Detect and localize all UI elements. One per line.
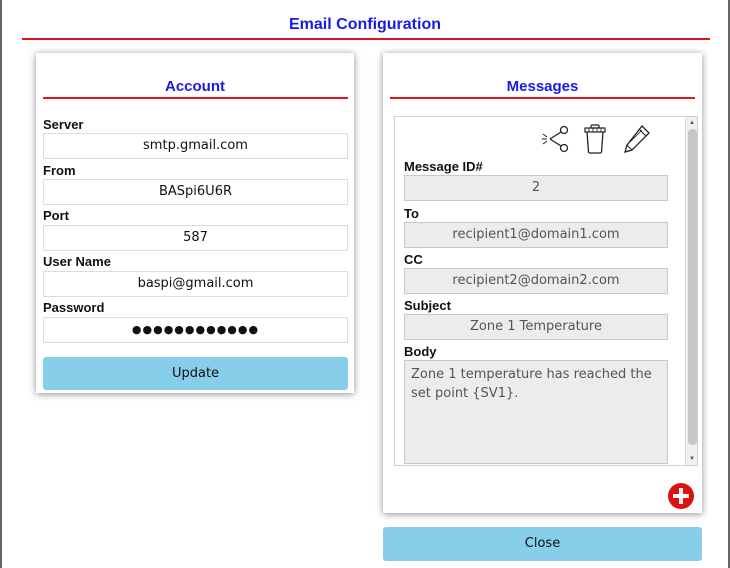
update-button[interactable]: Update — [43, 357, 348, 390]
pencil-icon[interactable] — [622, 123, 652, 155]
password-label: Password — [43, 300, 105, 315]
username-label: User Name — [43, 254, 111, 269]
scroll-up-arrow[interactable]: ▲ — [686, 118, 697, 128]
page-title-divider — [22, 38, 710, 40]
cc-label: CC — [404, 252, 423, 267]
page-title: Email Configuration — [289, 16, 441, 33]
message-id-label: Message ID# — [404, 159, 483, 174]
close-button[interactable]: Close — [383, 527, 702, 561]
to-label: To — [404, 206, 419, 221]
trash-icon[interactable] — [582, 123, 608, 155]
account-title-divider — [43, 97, 348, 99]
account-title: Account — [165, 78, 225, 95]
add-icon[interactable] — [668, 483, 694, 509]
to-field: recipient1@domain1.com — [404, 222, 668, 248]
password-input[interactable]: ●●●●●●●●●●●● — [43, 317, 348, 343]
username-input[interactable]: baspi@gmail.com — [43, 271, 348, 297]
message-id-field: 2 — [404, 175, 668, 201]
message-panel[interactable]: Message ID# 2 To recipient1@domain1.com … — [394, 116, 698, 466]
from-input[interactable]: BASpi6U6R — [43, 179, 348, 205]
port-label: Port — [43, 208, 69, 223]
messages-title-divider — [390, 97, 695, 99]
port-input[interactable]: 587 — [43, 225, 348, 251]
server-label: Server — [43, 117, 84, 132]
messages-title: Messages — [506, 78, 579, 95]
body-field: Zone 1 temperature has reached the set p… — [404, 360, 668, 464]
cc-field: recipient2@domain2.com — [404, 268, 668, 294]
subject-field: Zone 1 Temperature — [404, 314, 668, 340]
account-card: Account Server smtp.gmail.com From BASpi… — [36, 53, 354, 393]
server-input[interactable]: smtp.gmail.com — [43, 133, 348, 159]
subject-label: Subject — [404, 298, 451, 313]
message-scrollbar[interactable]: ▲ ▼ — [686, 117, 697, 465]
share-icon[interactable] — [540, 123, 572, 155]
from-label: From — [43, 163, 76, 178]
body-label: Body — [404, 344, 437, 359]
scroll-thumb[interactable] — [688, 129, 697, 445]
messages-card: Messages Message ID# 2 To recipient1@dom… — [383, 53, 702, 513]
scroll-down-arrow[interactable]: ▼ — [686, 454, 697, 464]
